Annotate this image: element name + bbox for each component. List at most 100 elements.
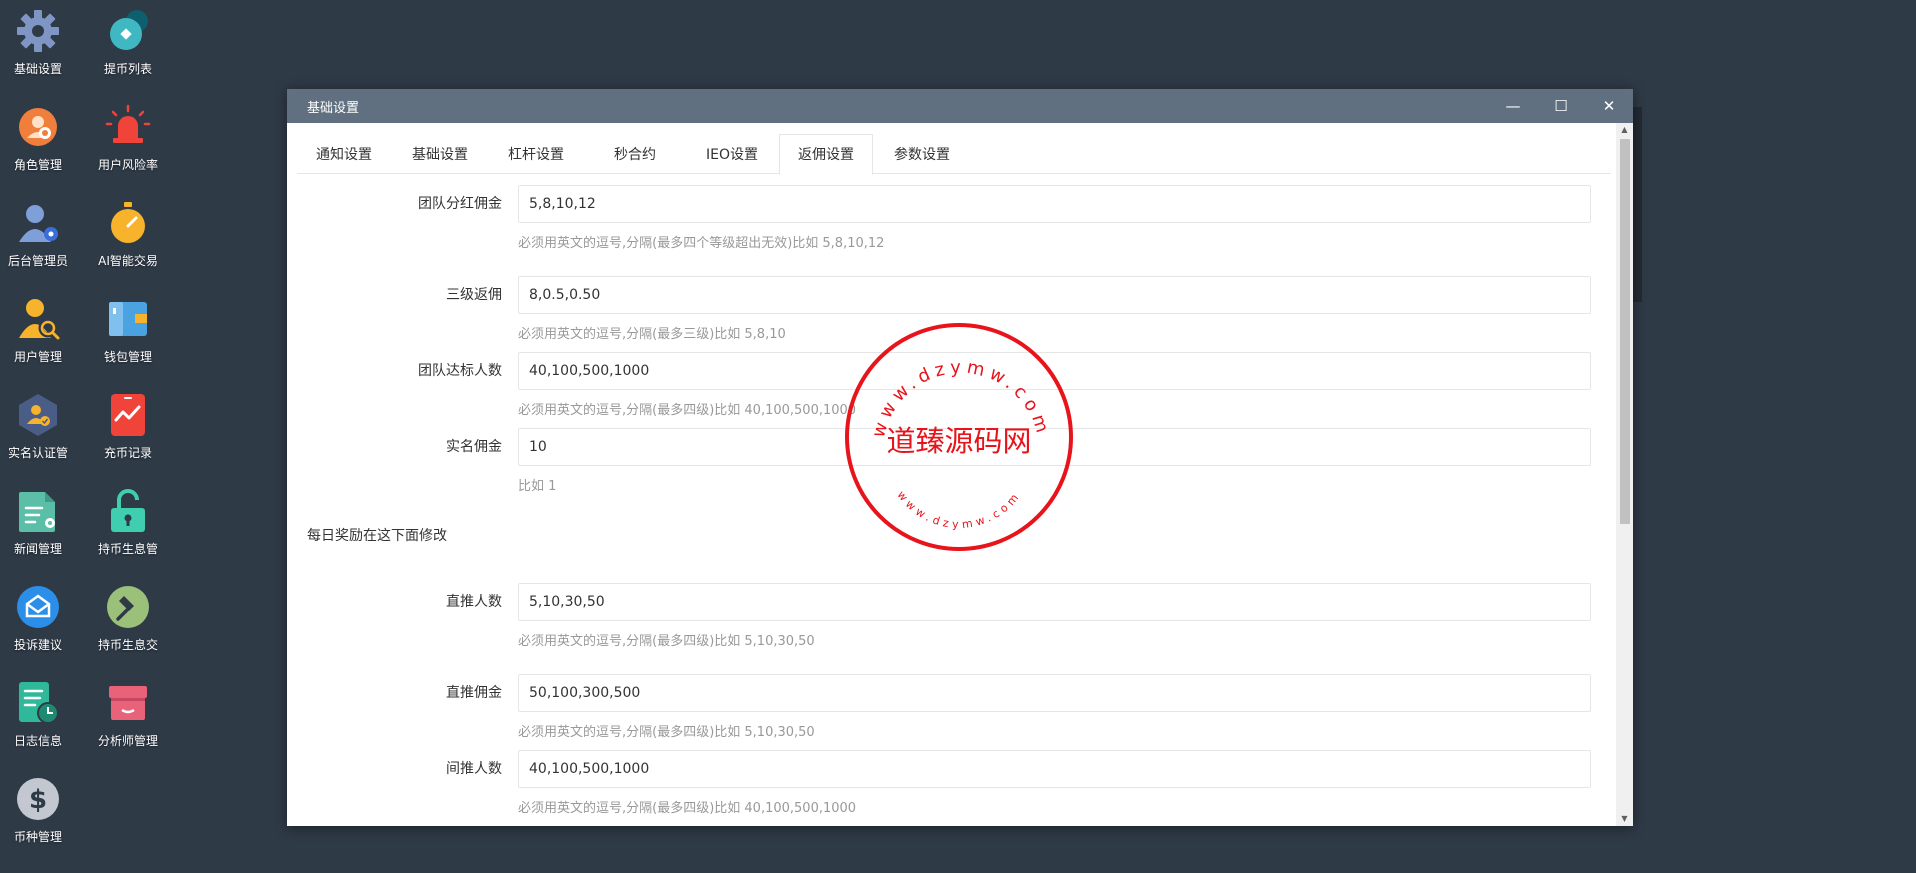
svg-text:$: $ [29, 785, 47, 815]
desktop-icon-ai-trading[interactable]: AI智能交易 [83, 200, 173, 269]
desktop-icon-staking-interest[interactable]: 持币生息管 [83, 488, 173, 557]
scroll-up-arrow-icon[interactable]: ▲ [1616, 123, 1633, 137]
close-button[interactable]: ✕ [1585, 89, 1633, 123]
dollar-icon: $ [15, 776, 61, 822]
desktop-icon-label: 用户管理 [13, 350, 62, 364]
indirect-count-label: 间推人数 [446, 761, 502, 777]
form-row-team-bonus: 团队分红佣金 5,8,10,12 [297, 185, 1611, 223]
window-titlebar[interactable]: 基础设置 — ☐ ✕ [287, 89, 1633, 123]
form-row-direct-bonus: 直推佣金 50,100,300,500 [297, 674, 1611, 712]
direct-count-hint: 必须用英文的逗号,分隔(最多四级)比如 5,10,30,50 [518, 634, 815, 649]
direct-bonus-hint: 必须用英文的逗号,分隔(最多四级)比如 5,10,30,50 [518, 725, 815, 740]
tab-second-contract[interactable]: 秒合约 [585, 134, 685, 174]
desktop-icon-label: 提币列表 [103, 62, 152, 76]
direct-count-input[interactable]: 5,10,30,50 [518, 583, 1591, 621]
daily-reward-section-title: 每日奖励在这下面修改 [307, 528, 447, 544]
tab-notification-settings[interactable]: 通知设置 [297, 134, 391, 174]
desktop-icon-label: 日志信息 [13, 734, 62, 748]
desktop-icon-log-info[interactable]: 日志信息 [0, 680, 83, 749]
desktop-icon-label: 充币记录 [103, 446, 152, 460]
desktop-icon-label: 角色管理 [13, 158, 62, 172]
direct-bonus-label: 直推佣金 [446, 685, 502, 701]
realname-input[interactable]: 10 [518, 428, 1591, 466]
desktop-icon-label: 实名认证管 [7, 446, 68, 460]
maximize-icon: ☐ [1554, 97, 1568, 115]
desktop-icon-label: 用户风险率 [97, 158, 158, 172]
maximize-button[interactable]: ☐ [1537, 89, 1585, 123]
direct-count-label: 直推人数 [446, 594, 502, 610]
desktop-icon-news-management[interactable]: 新闻管理 [0, 488, 83, 557]
scrollbar-thumb[interactable] [1620, 139, 1630, 524]
desktop-icon-deposit-records[interactable]: 充币记录 [83, 392, 173, 461]
form-row-team-target: 团队达标人数 40,100,500,1000 [297, 352, 1611, 390]
team-target-input[interactable]: 40,100,500,1000 [518, 352, 1591, 390]
window-title: 基础设置 [307, 100, 360, 116]
desktop-icon-user-risk-rate[interactable]: 用户风险率 [83, 104, 173, 173]
team-bonus-input[interactable]: 5,8,10,12 [518, 185, 1591, 223]
log-icon [15, 680, 61, 726]
minimize-button[interactable]: — [1489, 89, 1537, 123]
team-target-label: 团队达标人数 [418, 363, 502, 379]
tab-bar: 通知设置 基础设置 杠杆设置 秒合约 IEO设置 返佣设置 参数设置 [297, 134, 1611, 175]
realname-hint: 比如 1 [518, 479, 557, 494]
news-icon [15, 488, 61, 534]
hammer-icon [105, 584, 151, 630]
unlock-icon [105, 488, 151, 534]
tab-commission-settings[interactable]: 返佣设置 [779, 134, 873, 175]
desktop-icon-label: 钱包管理 [103, 350, 152, 364]
desktop-icon-complaints[interactable]: 投诉建议 [0, 584, 83, 653]
direct-bonus-input[interactable]: 50,100,300,500 [518, 674, 1591, 712]
window-controls: — ☐ ✕ [1489, 89, 1633, 123]
desktop-icon-label: 分析师管理 [97, 734, 158, 748]
desktop-icon-label: 后台管理员 [7, 254, 68, 268]
desktop-icon-analyst-management[interactable]: 分析师管理 [83, 680, 173, 749]
desktop-icon-staking-trade[interactable]: 持币生息交 [83, 584, 173, 653]
desktop-icon-label: 币种管理 [13, 830, 62, 844]
shop-icon [105, 680, 151, 726]
commission-form: 团队分红佣金 5,8,10,12 必须用英文的逗号,分隔(最多四个等级超出无效)… [297, 175, 1611, 826]
minimize-icon: — [1505, 97, 1521, 115]
indirect-count-input[interactable]: 40,100,500,1000 [518, 750, 1591, 788]
role-icon [15, 104, 61, 150]
desktop-icon-wallet-management[interactable]: 钱包管理 [83, 296, 173, 365]
desktop-icon-realname-verify[interactable]: 实名认证管 [0, 392, 83, 461]
desktop-icon-currency-management[interactable]: $ 币种管理 [0, 776, 83, 845]
vertical-scrollbar[interactable]: ▲ ▼ [1616, 123, 1633, 826]
user-search-icon [15, 296, 61, 342]
chart-phone-icon [105, 392, 151, 438]
indirect-count-hint: 必须用英文的逗号,分隔(最多四级)比如 40,100,500,1000 [518, 801, 857, 816]
form-row-three-level: 三级返佣 8,0.5,0.50 [297, 276, 1611, 314]
desktop-icon-backend-admin[interactable]: 后台管理员 [0, 200, 83, 269]
desktop-icon-label: 持币生息管 [97, 542, 158, 556]
form-row-indirect-count: 间推人数 40,100,500,1000 [297, 750, 1611, 788]
tab-leverage-settings[interactable]: 杠杆设置 [489, 134, 583, 174]
alarm-icon [105, 104, 151, 150]
tab-parameter-settings[interactable]: 参数设置 [875, 134, 969, 174]
team-target-hint: 必须用英文的逗号,分隔(最多四级)比如 40,100,500,1000 [518, 403, 857, 418]
desktop-icon-label: AI智能交易 [98, 254, 158, 268]
desktop-icon-label: 新闻管理 [13, 542, 62, 556]
three-level-hint: 必须用英文的逗号,分隔(最多三级)比如 5,8,10 [518, 327, 786, 342]
close-icon: ✕ [1602, 97, 1616, 115]
admin-icon [15, 200, 61, 246]
form-row-realname: 实名佣金 10 [297, 428, 1611, 466]
three-level-label: 三级返佣 [446, 287, 502, 303]
desktop-icon-label: 投诉建议 [13, 638, 62, 652]
wallet-icon [105, 296, 151, 342]
mail-icon [15, 584, 61, 630]
desktop-icon-user-management[interactable]: 用户管理 [0, 296, 83, 365]
desktop-icon-label: 持币生息交 [97, 638, 158, 652]
tab-basic-settings[interactable]: 基础设置 [393, 134, 487, 174]
scroll-down-arrow-icon[interactable]: ▼ [1616, 812, 1633, 826]
desktop-icon-basic-settings[interactable]: 基础设置 [0, 8, 83, 77]
tab-ieo-settings[interactable]: IEO设置 [687, 134, 777, 174]
three-level-input[interactable]: 8,0.5,0.50 [518, 276, 1591, 314]
team-bonus-label: 团队分红佣金 [418, 196, 502, 212]
desktop-icon-role-management[interactable]: 角色管理 [0, 104, 83, 173]
form-row-direct-count: 直推人数 5,10,30,50 [297, 583, 1611, 621]
team-bonus-hint: 必须用英文的逗号,分隔(最多四个等级超出无效)比如 5,8,10,12 [518, 236, 885, 251]
desktop-icon-withdraw-list[interactable]: 提币列表 [83, 8, 173, 77]
settings-window: 基础设置 — ☐ ✕ 通知设置 基础设置 杠杆设置 秒合约 IEO设置 返佣设置… [287, 89, 1633, 826]
gear-icon [15, 8, 61, 54]
realname-label: 实名佣金 [446, 439, 502, 455]
